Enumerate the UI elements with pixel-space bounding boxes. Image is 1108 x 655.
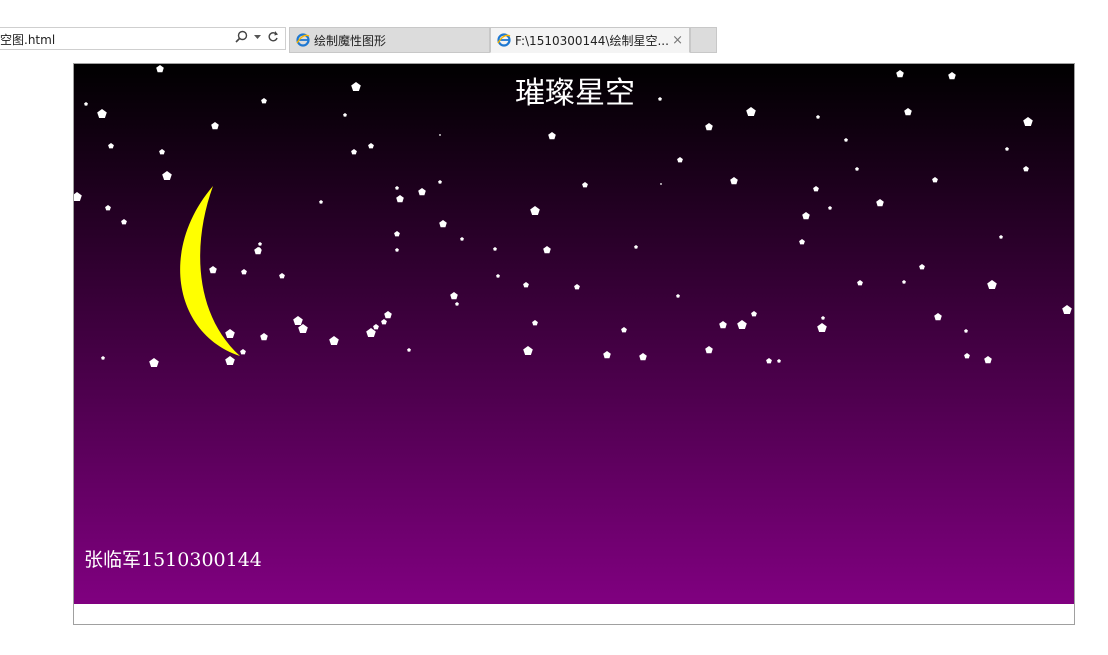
starry-sky-canvas (74, 64, 1074, 604)
address-bar-icons (235, 30, 279, 48)
ie-icon (497, 33, 511, 47)
page-content: 璀璨星空 张临军1510300144 (73, 63, 1075, 625)
address-bar[interactable]: 空图.html (0, 27, 286, 50)
search-icon[interactable] (235, 30, 248, 48)
ie-icon (296, 33, 310, 47)
refresh-icon[interactable] (267, 30, 279, 48)
tab-magic-shapes[interactable]: 绘制魔性图形 (289, 27, 490, 53)
browser-toolbar: 空图.html 绘制魔性图形 F:\1510300144\绘制星空... × (0, 27, 1108, 54)
dropdown-icon[interactable] (254, 30, 261, 48)
sky-background (74, 64, 1074, 604)
address-text: 空图.html (0, 33, 56, 47)
tab-starry-sky[interactable]: F:\1510300144\绘制星空... × (490, 27, 690, 53)
close-icon[interactable]: × (672, 33, 683, 48)
tab-label: 绘制魔性图形 (314, 33, 387, 48)
new-tab-button[interactable] (690, 27, 717, 53)
author-label: 张临军1510300144 (84, 549, 262, 571)
page-title: 璀璨星空 (515, 76, 635, 111)
tab-label: F:\1510300144\绘制星空... (515, 33, 669, 48)
